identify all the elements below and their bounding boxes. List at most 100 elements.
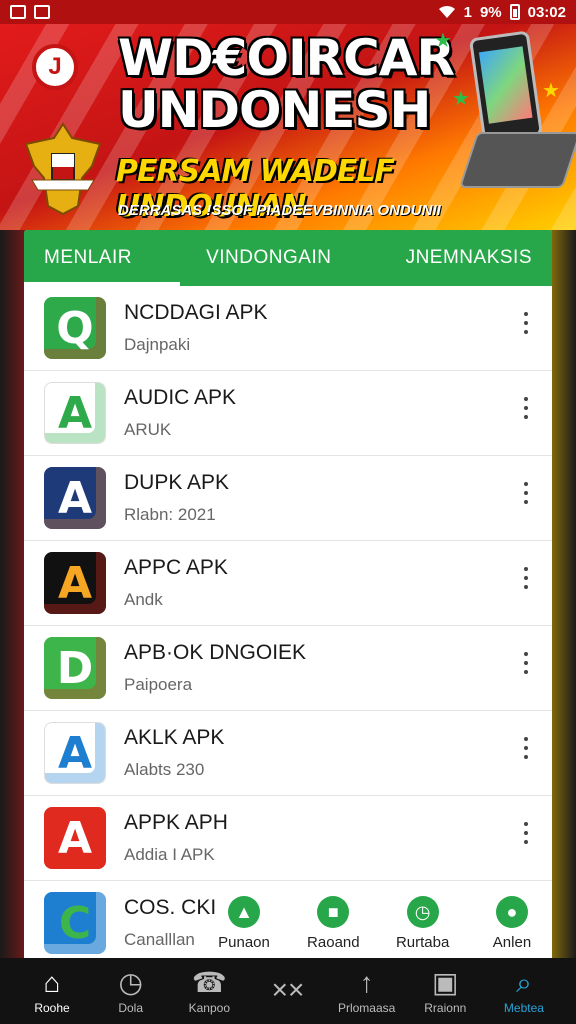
- signal-text: 1: [463, 3, 472, 21]
- more-options-icon[interactable]: [522, 482, 530, 504]
- more-options-icon[interactable]: [522, 397, 530, 419]
- app-text: AUDIC APK ARUK: [124, 386, 236, 440]
- app-name: AUDIC APK: [124, 386, 237, 409]
- more-options-icon[interactable]: [522, 737, 530, 759]
- shortcut-timer[interactable]: ◷ Rurtaba: [387, 896, 459, 951]
- app-icon[interactable]: C: [44, 892, 106, 954]
- app-text: DUPK APK Rlabn: 2021: [124, 471, 229, 525]
- app-subtitle: Alabts 230: [124, 760, 205, 779]
- banner-title-line1: WD€OIRCAR: [118, 29, 455, 87]
- clock-icon: ◷: [118, 967, 143, 998]
- list-item[interactable]: A DUPK APK Rlabn: 2021: [24, 456, 552, 541]
- more-dot: [524, 755, 528, 759]
- app-text: AKLK APK Alabts 230: [124, 726, 224, 780]
- tab-vindongain[interactable]: VINDONGAIN: [206, 247, 331, 269]
- app-icon[interactable]: A: [44, 807, 106, 869]
- nav-label: Kanpoo: [188, 1001, 230, 1015]
- list-item[interactable]: Q NCDDAGI APK Dajnpaki: [24, 286, 552, 371]
- app-text: APPK APH Addia I APK: [124, 811, 228, 865]
- app-icon[interactable]: D: [44, 637, 106, 699]
- app-icon[interactable]: A: [44, 722, 106, 784]
- promo-banner[interactable]: J WD€OIRCAR UNDONESH PERSAM WADELF UNDOU…: [0, 24, 576, 230]
- more-options-icon[interactable]: [522, 652, 530, 674]
- more-options-icon[interactable]: [522, 312, 530, 334]
- more-options-icon[interactable]: [522, 822, 530, 844]
- more-dot: [524, 661, 528, 665]
- tab-menlair[interactable]: MENLAIR: [44, 247, 132, 269]
- nav-item-rocket[interactable]: ↑ Prlomaasa: [331, 967, 403, 1015]
- nav-label: Mebtea: [503, 1001, 544, 1015]
- app-name: APB·OK DNGOIEK: [124, 641, 307, 664]
- more-dot: [524, 652, 528, 656]
- list-item[interactable]: A AKLK APK Alabts 230: [24, 711, 552, 796]
- status-bar: 1 9% 03:02: [0, 0, 576, 24]
- nav-item-xx[interactable]: ××: [252, 974, 324, 1008]
- nav-item-clock[interactable]: ◷ Dola: [95, 967, 167, 1015]
- nav-item-window[interactable]: ▣ Rraionn: [409, 967, 481, 1015]
- clock-time: 03:02: [527, 3, 566, 21]
- list-item[interactable]: D APB·OK DNGOIEK Paipoera: [24, 626, 552, 711]
- laptop-illustration-icon: [458, 132, 576, 188]
- app-subtitle: Rlabn: 2021: [124, 505, 216, 524]
- battery-percent: 9%: [479, 3, 502, 21]
- list-item[interactable]: A APPC APK Andk: [24, 541, 552, 626]
- more-dot: [524, 491, 528, 495]
- nav-label: Roohe: [34, 1001, 70, 1015]
- more-dot: [524, 312, 528, 316]
- gallery-notification-icon: [10, 5, 26, 19]
- more-dot: [524, 822, 528, 826]
- app-icon[interactable]: A: [44, 382, 106, 444]
- app-name: DUPK APK: [124, 471, 230, 494]
- tab-jnemnaksis[interactable]: JNEMNAKSIS: [406, 247, 532, 269]
- list-item[interactable]: C COS. CKI Canalllan ▲ Punaon ■ Raoand ◷ Rurtaba…: [24, 881, 552, 960]
- more-dot: [524, 831, 528, 835]
- app-name: NCDDAGI APK: [124, 301, 268, 324]
- app-name: COS. CKI: [124, 896, 217, 919]
- list-item[interactable]: A AUDIC APK ARUK: [24, 371, 552, 456]
- more-dot: [524, 397, 528, 401]
- app-icon[interactable]: Q: [44, 297, 106, 359]
- shortcut-bag[interactable]: ■ Raoand: [297, 896, 369, 951]
- shortcut-pin[interactable]: ▲ Punaon: [208, 896, 280, 951]
- star-icon: ★: [452, 88, 470, 110]
- xx-icon: ××: [271, 974, 305, 1005]
- nav-item-phone[interactable]: ☎ Kanpoo: [173, 967, 245, 1015]
- nav-label: Rraionn: [424, 1001, 467, 1015]
- shortcut-leaf[interactable]: ● Anlen: [476, 896, 548, 951]
- star-icon: ★: [434, 30, 452, 52]
- banner-title: WD€OIRCAR UNDONESH: [118, 29, 455, 139]
- star-icon: ★: [542, 80, 560, 102]
- window-icon: ▣: [432, 967, 459, 998]
- more-options-icon[interactable]: [522, 567, 530, 589]
- app-text: APPC APK Andk: [124, 556, 228, 610]
- rocket-icon: ↑: [359, 967, 374, 998]
- list-item[interactable]: A APPK APH Addia I APK: [24, 796, 552, 881]
- tab-bar: MENLAIR VINDONGAIN JNEMNAKSIS: [24, 230, 552, 286]
- app-subtitle: Dajnpaki: [124, 335, 191, 354]
- app-subtitle: Canalllan: [124, 930, 195, 949]
- app-subtitle: Andk: [124, 590, 163, 609]
- timer-icon: ◷: [406, 896, 439, 928]
- brand-logo-icon: J: [32, 44, 78, 90]
- nav-item-home[interactable]: ⌂ Roohe: [16, 967, 88, 1015]
- nav-item-search[interactable]: ⌕ Mebtea: [488, 967, 560, 1015]
- app-name: APPC APK: [124, 556, 228, 579]
- battery-icon: [509, 4, 520, 20]
- app-icon[interactable]: A: [44, 552, 106, 614]
- app-icon[interactable]: A: [44, 467, 106, 529]
- app-text: NCDDAGI APK Dajnpaki: [124, 301, 268, 355]
- more-dot: [524, 330, 528, 334]
- app-text: COS. CKI Canalllan: [124, 896, 216, 950]
- shortcut-row: ▲ Punaon ■ Raoand ◷ Rurtaba ● Anlen: [208, 881, 548, 960]
- banner-title-line2: UNDONESH: [118, 81, 431, 139]
- bag-icon: ■: [317, 896, 350, 928]
- more-dot: [524, 576, 528, 580]
- app-text: APB·OK DNGOIEK Paipoera: [124, 641, 306, 695]
- shortcut-label: Punaon: [218, 934, 270, 951]
- phone-screen: [478, 46, 533, 124]
- wifi-icon: [438, 5, 455, 18]
- more-dot: [524, 567, 528, 571]
- more-dot: [524, 482, 528, 486]
- home-icon: ⌂: [43, 967, 61, 998]
- leaf-icon: ●: [495, 896, 528, 928]
